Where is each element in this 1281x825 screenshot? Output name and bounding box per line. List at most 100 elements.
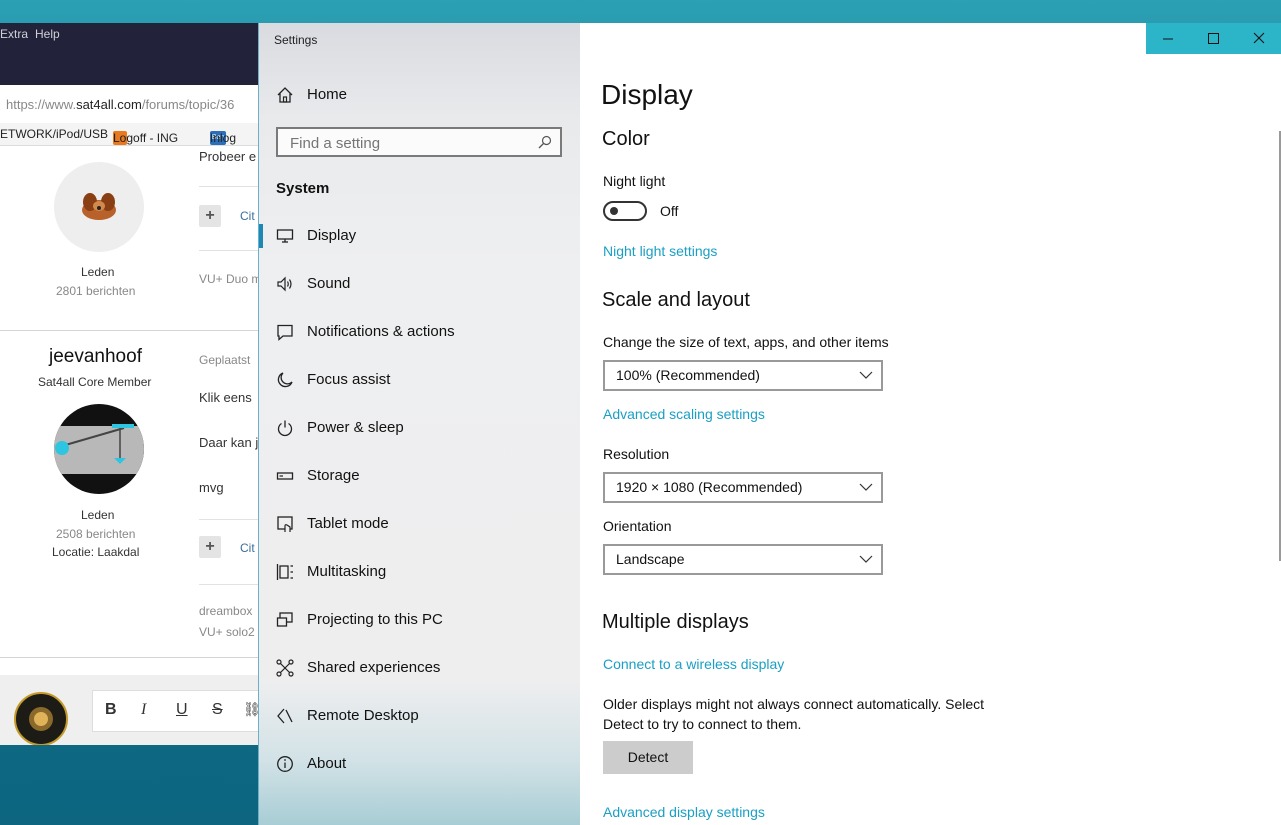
menu-help[interactable]: Help [35, 27, 60, 41]
remote-desktop-icon [277, 708, 293, 724]
scale-dropdown[interactable]: 100% (Recommended) [603, 360, 883, 391]
bookmarks-bar: ETWORK/iPod/USB Logoff - ING Ben Inlog [0, 123, 262, 146]
nav-about[interactable]: About [259, 744, 580, 784]
post2-username[interactable]: jeevanhoof [49, 346, 142, 368]
post2-line1: Klik eens [199, 390, 252, 405]
bold-button[interactable]: B [105, 701, 117, 719]
post2-location: Locatie: Laakdal [52, 545, 140, 559]
minimize-button[interactable] [1146, 23, 1191, 54]
nav-power-sleep-label: Power & sleep [307, 419, 404, 436]
divider [199, 186, 262, 187]
wireless-display-link[interactable]: Connect to a wireless display [603, 656, 784, 672]
nav-focus-assist[interactable]: Focus assist [259, 360, 580, 400]
post1-role: Leden [81, 265, 115, 279]
projector-icon [276, 612, 293, 627]
nav-remote-desktop-label: Remote Desktop [307, 707, 419, 724]
dog-icon [82, 193, 116, 220]
menu-extra[interactable]: Extra [0, 27, 28, 41]
forum-content: Leden 2801 berichten Probeer e + Cit VU+… [0, 147, 262, 677]
section-system: System [276, 180, 330, 197]
avatar[interactable] [54, 162, 144, 252]
scale-heading: Scale and layout [602, 289, 750, 311]
post2-rank: Sat4all Core Member [38, 375, 152, 389]
plus-button[interactable]: + [199, 205, 221, 227]
underline-button[interactable]: U [176, 701, 188, 719]
tablet-icon [277, 516, 293, 532]
plus-button[interactable]: + [199, 536, 221, 558]
detect-button[interactable]: Detect [603, 741, 693, 774]
quote-link[interactable]: Cit [240, 541, 255, 555]
resolution-label: Resolution [603, 446, 670, 462]
close-button[interactable] [1236, 23, 1281, 54]
nav-projecting[interactable]: Projecting to this PC [259, 600, 580, 640]
nav-home-label: Home [307, 86, 348, 103]
strikethrough-button[interactable]: S [212, 701, 223, 719]
orientation-value: Landscape [616, 551, 685, 567]
notification-icon [277, 324, 293, 341]
storage-icon [276, 472, 294, 480]
post1-text: Probeer e [199, 149, 257, 164]
resolution-value: 1920 × 1080 (Recommended) [616, 479, 803, 495]
nav-multitasking[interactable]: Multitasking [259, 552, 580, 592]
orientation-label: Orientation [603, 518, 672, 534]
post2-sig2: VU+ solo2 [199, 625, 255, 639]
post1-signature: VU+ Duo m [199, 272, 262, 286]
settings-content: Display Color Night light Off Night ligh… [580, 23, 1281, 825]
advanced-display-settings-link[interactable]: Advanced display settings [603, 804, 765, 820]
resolution-dropdown[interactable]: 1920 × 1080 (Recommended) [603, 472, 883, 503]
post2-count: 2508 berichten [56, 527, 136, 541]
nav-storage-label: Storage [307, 467, 360, 484]
settings-sidebar: Settings Home System Display Sound Notif… [259, 23, 580, 825]
nav-focus-assist-label: Focus assist [307, 371, 391, 388]
nav-sound[interactable]: Sound [259, 264, 580, 304]
nav-projecting-label: Projecting to this PC [307, 611, 443, 628]
close-icon [1253, 32, 1265, 44]
italic-button[interactable]: I [141, 701, 146, 719]
search-box[interactable] [276, 127, 562, 157]
nav-shared-experiences[interactable]: Shared experiences [259, 648, 580, 688]
speaker-icon [277, 276, 292, 292]
nav-home[interactable]: Home [259, 75, 580, 115]
nav-remote-desktop[interactable]: Remote Desktop [259, 696, 580, 736]
moon-icon [277, 372, 293, 388]
multiple-displays-heading: Multiple displays [602, 611, 749, 633]
nav-storage[interactable]: Storage [259, 456, 580, 496]
nav-display[interactable]: Display [259, 216, 580, 256]
night-light-settings-link[interactable]: Night light settings [603, 243, 717, 259]
info-icon [277, 756, 293, 772]
scope-icon [54, 424, 144, 474]
post1-count: 2801 berichten [56, 284, 136, 298]
nav-about-label: About [307, 755, 347, 772]
bookmark-network[interactable]: ETWORK/iPod/USB [0, 127, 108, 141]
night-light-state: Off [660, 203, 679, 219]
post2-role: Leden [81, 508, 115, 522]
search-input[interactable] [288, 133, 532, 153]
address-bar[interactable]: https://www.sat4all.com/forums/topic/36 [0, 93, 262, 117]
search-icon[interactable] [538, 135, 552, 149]
toggle-knob [610, 207, 618, 215]
home-icon [277, 87, 293, 103]
reply-editor: B I U S ⛓ [0, 675, 262, 745]
avatar[interactable] [54, 404, 144, 494]
night-light-toggle[interactable] [603, 201, 647, 221]
nav-multitasking-label: Multitasking [307, 563, 387, 580]
post2-line2: Daar kan j [199, 435, 259, 450]
chevron-down-icon [859, 555, 873, 563]
nav-tablet-mode[interactable]: Tablet mode [259, 504, 580, 544]
nav-notifications-label: Notifications & actions [307, 323, 455, 340]
divider [199, 519, 262, 520]
maximize-button[interactable] [1191, 23, 1236, 54]
post2-posted: Geplaatst [199, 353, 251, 367]
window-controls [1146, 23, 1281, 54]
quote-link[interactable]: Cit [240, 209, 255, 223]
orientation-dropdown[interactable]: Landscape [603, 544, 883, 575]
post2-sig1: dreambox [199, 604, 253, 618]
post-divider [0, 330, 262, 331]
nav-notifications[interactable]: Notifications & actions [259, 312, 580, 352]
advanced-scaling-link[interactable]: Advanced scaling settings [603, 406, 765, 422]
url-prefix: https://www. [6, 97, 77, 112]
night-light-label: Night light [603, 173, 666, 189]
url-domain: sat4all.com [76, 97, 142, 112]
chevron-down-icon [859, 371, 873, 379]
nav-power-sleep[interactable]: Power & sleep [259, 408, 580, 448]
